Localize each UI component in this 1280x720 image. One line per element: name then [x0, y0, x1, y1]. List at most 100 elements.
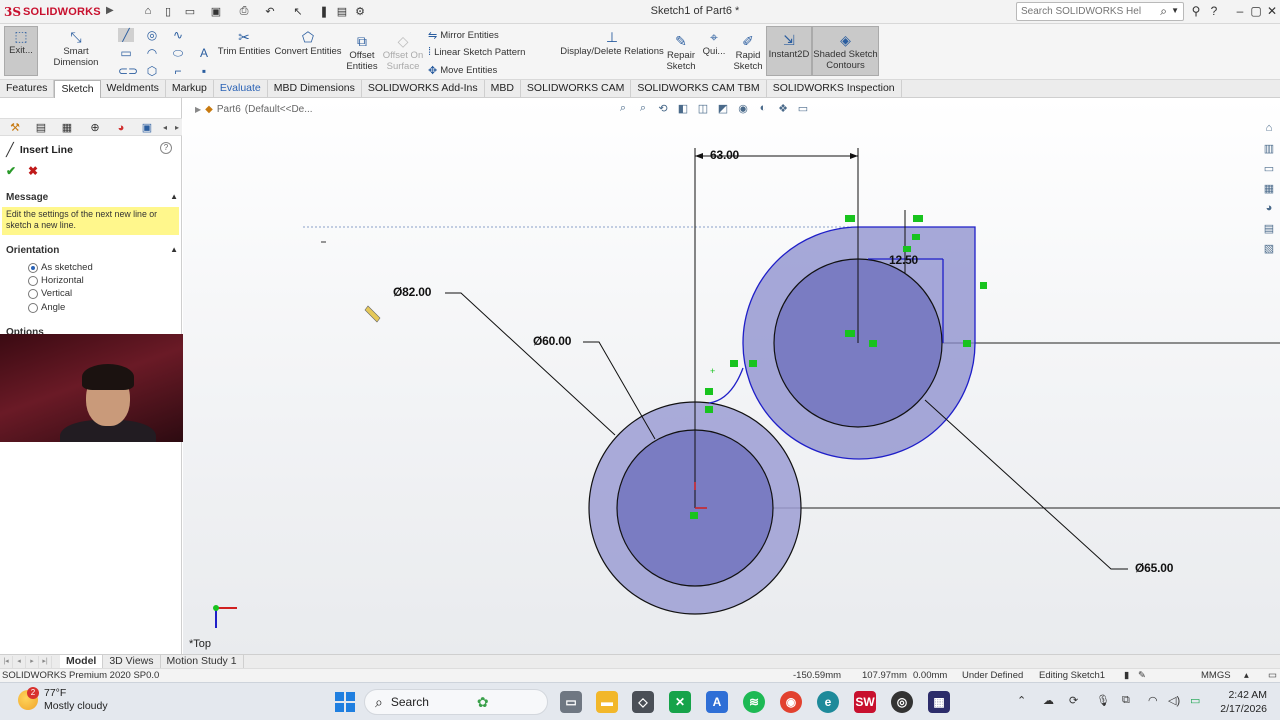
collapse-icon[interactable]: ▲	[170, 192, 178, 203]
tab-solidworks-cam[interactable]: SOLIDWORKS CAM	[521, 80, 632, 98]
relation-marker[interactable]	[980, 282, 987, 289]
volume-icon[interactable]: ◁)	[1168, 694, 1180, 707]
spline-tool-icon[interactable]: ∿	[170, 28, 186, 42]
tab-mbd-dimensions[interactable]: MBD Dimensions	[268, 80, 362, 98]
tab-model[interactable]: Model	[60, 654, 104, 669]
next-tab-icon[interactable]: ▸	[26, 655, 39, 668]
onedrive-icon[interactable]: ☁	[1043, 694, 1054, 707]
last-tab-icon[interactable]: ▸|	[39, 655, 52, 668]
search-icon[interactable]: ⌕	[1160, 4, 1167, 19]
tab-sketch[interactable]: Sketch	[54, 80, 101, 98]
tab-solidworks-inspection[interactable]: SOLIDWORKS Inspection	[767, 80, 902, 98]
solidworks-logo[interactable]: 3S SOLIDWORKS	[4, 3, 101, 21]
repair-sketch-button[interactable]: ✎ Repair Sketch	[664, 32, 698, 73]
tab-markup[interactable]: Markup	[166, 80, 214, 98]
system-clock[interactable]: 2:42 AM 2/17/2026	[1219, 688, 1267, 716]
tab-3d-views[interactable]: 3D Views	[103, 654, 161, 669]
polygon-tool-icon[interactable]: ⬡	[144, 64, 160, 78]
relation-marker[interactable]	[690, 512, 698, 519]
point-tool-icon[interactable]: ▪	[196, 64, 212, 78]
rebuild-status-icon[interactable]: ▮	[1124, 670, 1129, 681]
minimize-button[interactable]: –	[1232, 4, 1248, 18]
move-entities-button[interactable]: ✥ Move Entities	[428, 64, 497, 77]
mirror-entities-button[interactable]: ⇋ Mirror Entities	[428, 29, 499, 42]
offset-entities-button[interactable]: ⧉ Offset Entities	[344, 32, 380, 73]
ellipse-tool-icon[interactable]: ⬭	[170, 46, 186, 61]
help-button[interactable]: ?	[1206, 4, 1222, 18]
custom-properties-icon[interactable]: ▤	[1264, 222, 1274, 238]
solidworks-taskbar-icon[interactable]: SW	[854, 691, 876, 713]
dimension-63[interactable]: 63.00	[710, 148, 739, 162]
relation-marker[interactable]	[903, 246, 911, 252]
radio-vertical[interactable]	[28, 288, 38, 299]
display-manager-icon[interactable]: ◕	[112, 120, 130, 135]
orientation-option-horizontal[interactable]: Horizontal	[28, 275, 84, 286]
cube-app-icon[interactable]: ◇	[632, 691, 654, 713]
new-document-icon[interactable]: ▯	[160, 3, 176, 19]
display-delete-relations-button[interactable]: ⊥ Display/Delete Relations	[560, 28, 664, 58]
radio-horizontal[interactable]	[28, 275, 38, 286]
tab-motion-study[interactable]: Motion Study 1	[161, 654, 244, 669]
tab-mbd[interactable]: MBD	[485, 80, 521, 98]
tab-weldments[interactable]: Weldments	[101, 80, 166, 98]
tab-solidworks-add-ins[interactable]: SOLIDWORKS Add-Ins	[362, 80, 485, 98]
restore-button[interactable]: ▢	[1248, 4, 1264, 18]
orientation-option-vertical[interactable]: Vertical	[28, 288, 72, 299]
relation-marker[interactable]	[963, 340, 971, 347]
help-icon[interactable]: ?	[160, 142, 172, 154]
rebuild-icon[interactable]: ❚	[316, 3, 332, 19]
battery-icon[interactable]: ▭	[1190, 694, 1200, 707]
radio-as-sketched[interactable]	[28, 262, 38, 273]
undo-icon[interactable]: ↶	[262, 3, 278, 19]
refresh-icon[interactable]: ⟳	[1069, 694, 1078, 707]
tray-overflow-icon[interactable]: ⌃	[1017, 694, 1026, 707]
graphics-area[interactable]: ▶ ◆ Part6 (Default<<De... ⌕ ⌕ ⟲ ◧ ◫ ◩ ◉ …	[183, 98, 1280, 654]
select-icon[interactable]: ↖	[290, 3, 306, 19]
relation-marker[interactable]	[912, 234, 920, 240]
microphone-icon[interactable]: 🎙	[1096, 694, 1110, 707]
fillet-tool-icon[interactable]: ⌐	[170, 64, 186, 78]
open-document-icon[interactable]: ▭	[182, 3, 198, 19]
close-button[interactable]: ✕	[1264, 4, 1280, 18]
edge-icon[interactable]: e	[817, 691, 839, 713]
linear-pattern-button[interactable]: ⁞ Linear Sketch Pattern	[428, 46, 525, 58]
orientation-option-as-sketched[interactable]: As sketched	[28, 262, 93, 273]
relation-marker[interactable]	[845, 215, 855, 222]
appearances-icon[interactable]: ◕	[1266, 202, 1273, 218]
instant2d-button[interactable]: ⇲ Instant2D	[766, 26, 812, 76]
quick-snaps-button[interactable]: ⌖ Qui...	[700, 28, 728, 58]
first-tab-icon[interactable]: |◂	[0, 655, 13, 668]
feature-manager-icon[interactable]: ⚒	[6, 120, 24, 135]
view-palette-icon[interactable]: ▦	[1264, 182, 1274, 198]
weather-widget[interactable]: 2 77°F Mostly cloudy	[18, 687, 108, 713]
units-dropdown-icon[interactable]: ▴	[1244, 670, 1249, 681]
unit-system[interactable]: MMGS	[1201, 670, 1231, 681]
obs-icon[interactable]: ◎	[891, 691, 913, 713]
dimxpert-icon[interactable]: ⊕	[86, 120, 104, 135]
help-search-box[interactable]: ⌕ ▼	[1016, 2, 1184, 21]
forum-icon[interactable]: ▧	[1264, 242, 1274, 258]
ok-button[interactable]: ✔	[6, 164, 16, 178]
cancel-button[interactable]: ✖	[28, 164, 38, 178]
taskbar-search[interactable]: ⌕ Search ✿	[364, 689, 548, 715]
file-explorer-icon[interactable]: ▬	[596, 691, 618, 713]
rectangle-tool-icon[interactable]: ▭	[118, 46, 134, 60]
user-icon[interactable]: ⚲	[1188, 4, 1204, 18]
radio-angle[interactable]	[28, 302, 38, 313]
property-manager-icon[interactable]: ▤	[32, 120, 50, 135]
dimension-dia-65[interactable]: Ø65.00	[1135, 561, 1173, 575]
exit-sketch-button[interactable]: ⬚ Exit...	[4, 26, 38, 76]
calendar-app-icon[interactable]: ▦	[928, 691, 950, 713]
xbox-icon[interactable]: ✕	[669, 691, 691, 713]
relation-marker[interactable]	[845, 330, 855, 337]
orientation-option-angle[interactable]: Angle	[28, 302, 65, 313]
start-button[interactable]	[335, 692, 355, 712]
spotify-icon[interactable]: ≋	[743, 691, 765, 713]
dimension-dia-60[interactable]: Ø60.00	[533, 334, 571, 348]
relation-marker[interactable]	[730, 360, 738, 367]
sketch-canvas[interactable]: +	[183, 98, 1280, 654]
circle-tool-icon[interactable]: ◎	[144, 28, 160, 42]
dimension-12-50[interactable]: 12.50	[889, 253, 918, 267]
dimension-dia-82[interactable]: Ø82.00	[393, 285, 431, 299]
cam-manager-icon[interactable]: ▣	[138, 120, 156, 135]
